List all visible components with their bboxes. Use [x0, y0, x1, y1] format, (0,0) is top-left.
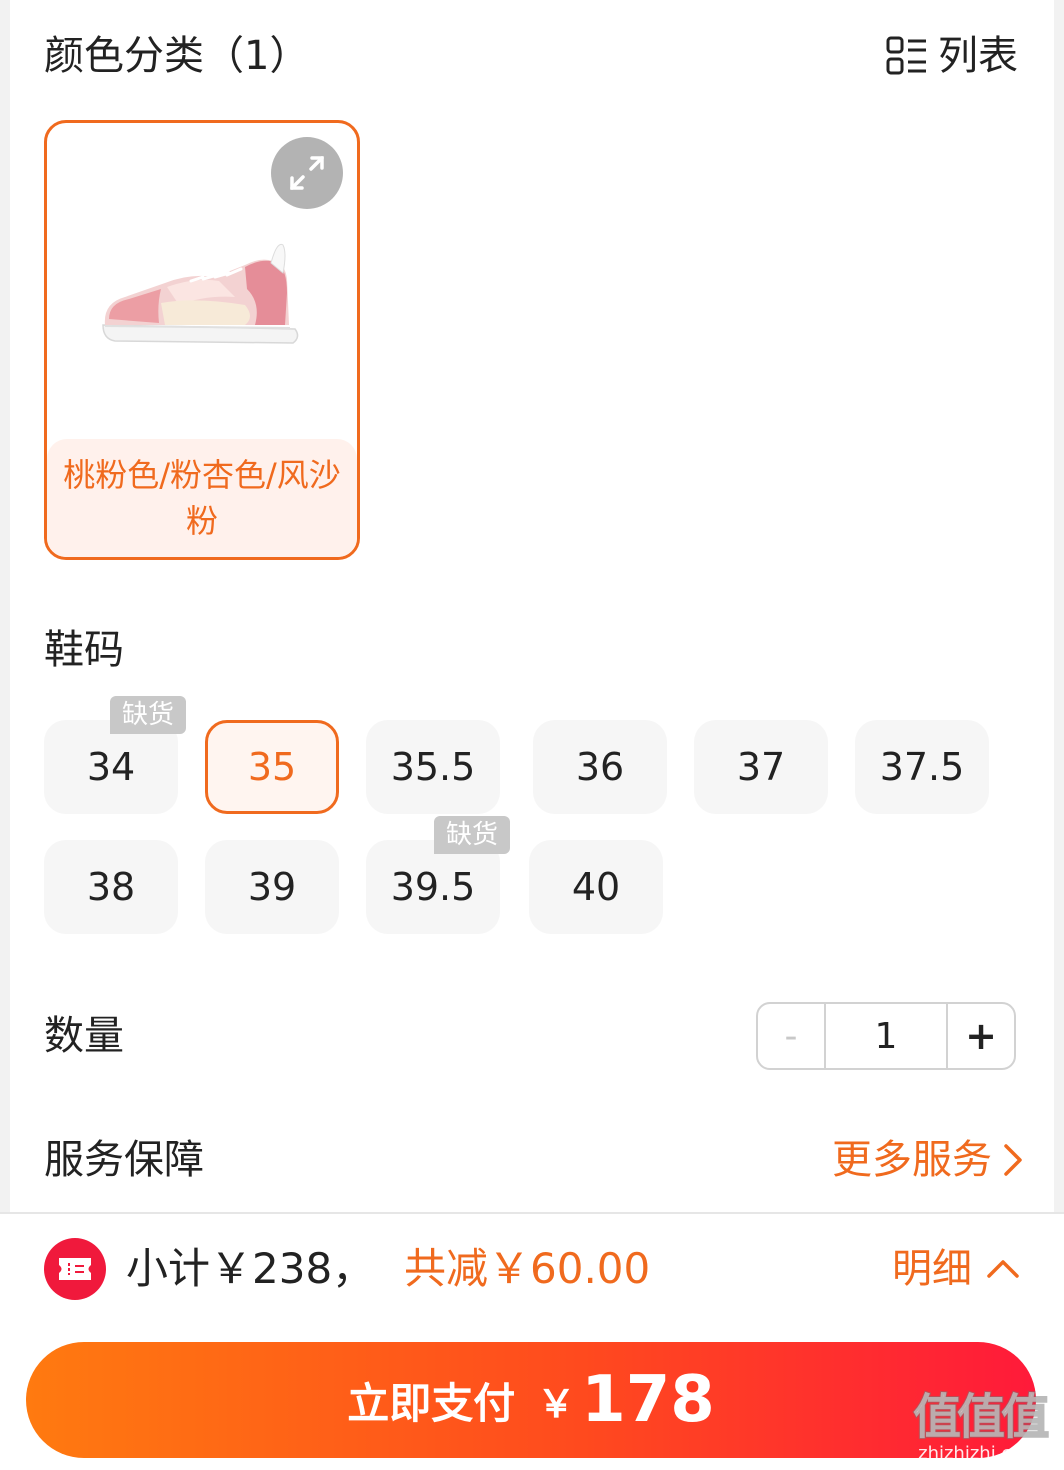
size-option-36[interactable]: 36 — [533, 720, 667, 814]
chevron-right-icon — [1004, 1144, 1022, 1176]
decrease-quantity-button[interactable]: - — [758, 1004, 826, 1068]
color-option-card[interactable]: 桃粉色/粉杏色/风沙粉 — [44, 120, 360, 560]
color-option-label: 桃粉色/粉杏色/风沙粉 — [47, 439, 357, 557]
service-section-title: 服务保障 — [44, 1137, 204, 1183]
expand-image-button[interactable] — [271, 137, 343, 209]
more-services-label: 更多服务 — [832, 1137, 992, 1183]
size-option-37[interactable]: 37 — [694, 720, 828, 814]
price-details-toggle[interactable]: 明细 — [892, 1242, 1020, 1296]
pay-currency: ￥ — [537, 1381, 576, 1426]
increase-quantity-button[interactable]: + — [948, 1004, 1014, 1068]
size-option-35-5[interactable]: 35.5 — [366, 720, 500, 814]
list-view-icon — [886, 36, 926, 75]
chevron-up-icon — [987, 1260, 1019, 1278]
size-option-35[interactable]: 35 — [205, 720, 339, 814]
size-option-38[interactable]: 38 — [44, 840, 178, 934]
coupon-icon — [44, 1238, 106, 1300]
list-view-toggle[interactable]: 列表 — [886, 32, 1018, 80]
size-option-39[interactable]: 39 — [205, 840, 339, 934]
out-of-stock-badge: 缺货 — [110, 696, 187, 734]
list-view-label: 列表 — [938, 33, 1018, 79]
checkout-footer: 小计￥238， 共减￥60.00 明细 立即支付 ￥ 178 值值值 zhizh… — [0, 1212, 1064, 1470]
pay-now-label: 立即支付 — [347, 1378, 516, 1428]
size-option-40[interactable]: 40 — [529, 840, 663, 934]
size-option-34[interactable]: 34 — [44, 720, 178, 814]
quantity-section-title: 数量 — [44, 1013, 124, 1059]
expand-icon — [290, 156, 324, 190]
shoe-product-image — [102, 243, 299, 344]
quantity-value[interactable]: 1 — [826, 1004, 948, 1068]
size-option-39-5[interactable]: 39.5 — [366, 840, 500, 934]
subtotal-text: 小计￥238， — [126, 1244, 375, 1293]
discount-text: 共减￥60.00 — [404, 1244, 651, 1293]
watermark: 值值值 zhizhizhi.com — [904, 1389, 1054, 1464]
watermark-url: zhizhizhi.com — [918, 1443, 1040, 1464]
quantity-stepper: - 1 + — [756, 1002, 1016, 1070]
color-section-title: 颜色分类（1） — [44, 33, 310, 79]
pay-amount: 178 — [581, 1363, 715, 1437]
more-services-link[interactable]: 更多服务 — [832, 1136, 1024, 1184]
pay-now-button[interactable]: 立即支付 ￥ 178 — [26, 1342, 1036, 1458]
watermark-logo: 值值值 — [912, 1389, 1050, 1445]
size-section-title: 鞋码 — [44, 627, 124, 673]
size-option-37-5[interactable]: 37.5 — [855, 720, 989, 814]
out-of-stock-badge: 缺货 — [434, 816, 511, 854]
details-label: 明细 — [892, 1246, 972, 1292]
